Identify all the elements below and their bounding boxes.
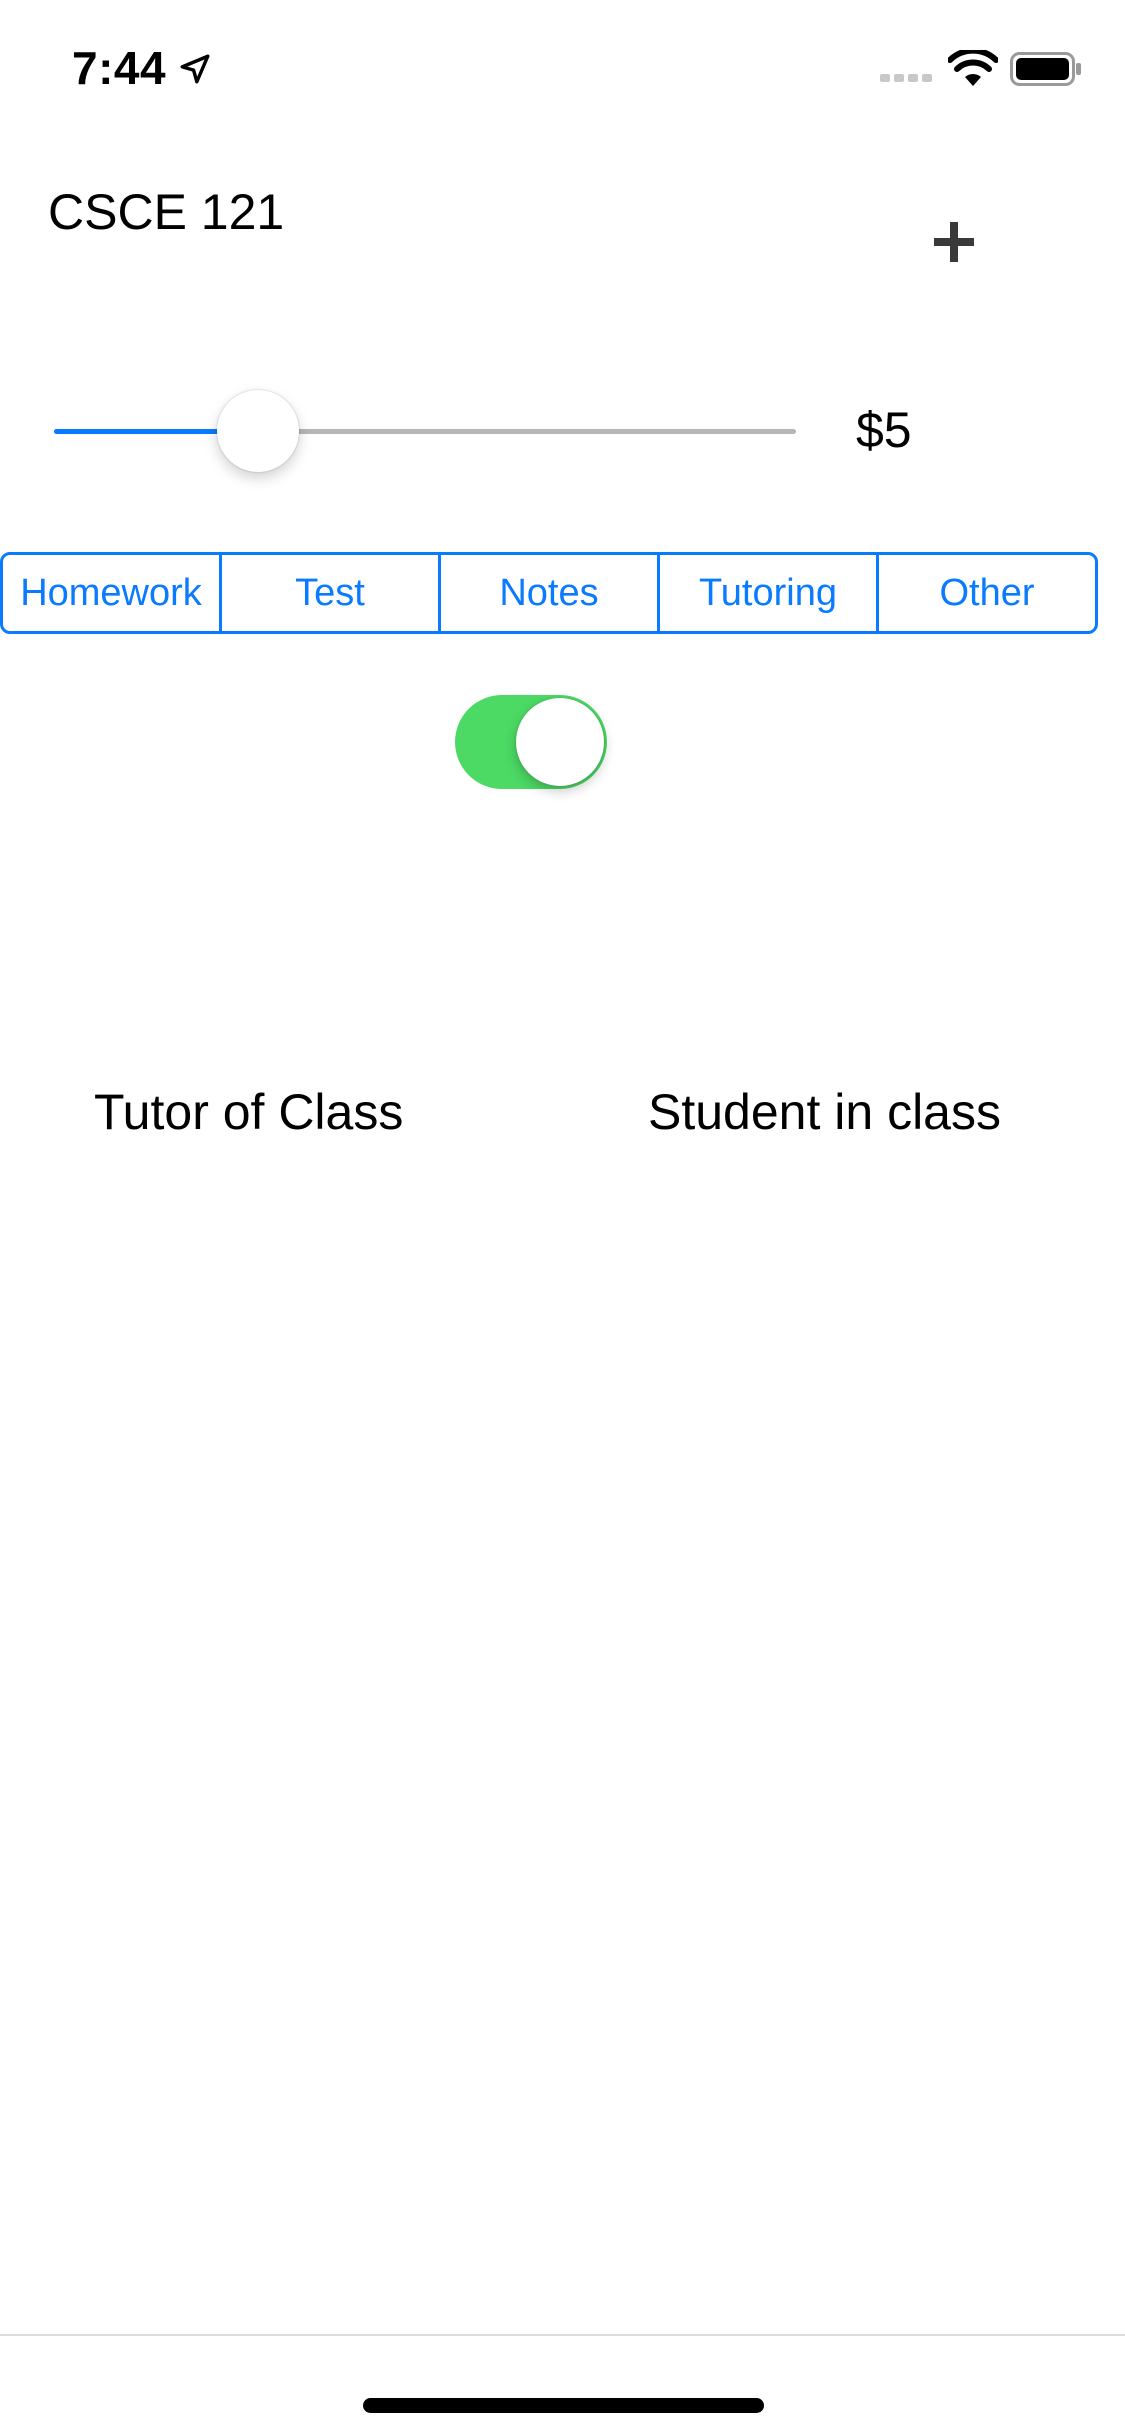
cellular-signal-icon	[880, 74, 932, 82]
segment-notes[interactable]: Notes	[441, 555, 660, 631]
plus-icon[interactable]	[922, 210, 986, 274]
price-value: $5	[856, 402, 912, 458]
price-slider[interactable]	[54, 390, 796, 472]
slider-thumb[interactable]	[217, 390, 300, 472]
location-arrow-icon	[180, 54, 210, 84]
wifi-icon	[948, 50, 998, 86]
tutor-label: Tutor of Class	[94, 1084, 404, 1140]
student-label: Student in class	[648, 1084, 1001, 1140]
segment-homework[interactable]: Homework	[3, 555, 222, 631]
segment-tutoring[interactable]: Tutoring	[660, 555, 879, 631]
category-segmented-control[interactable]: Homework Test Notes Tutoring Other	[0, 552, 1098, 634]
home-indicator[interactable]	[363, 2398, 764, 2413]
segment-other[interactable]: Other	[879, 555, 1095, 631]
segment-test[interactable]: Test	[222, 555, 441, 631]
battery-icon	[1010, 52, 1081, 86]
role-toggle[interactable]	[455, 695, 607, 789]
status-time: 7:44	[72, 42, 167, 94]
bottom-divider	[0, 2334, 1125, 2336]
toggle-knob	[516, 698, 604, 786]
class-title: CSCE 121	[48, 184, 285, 240]
